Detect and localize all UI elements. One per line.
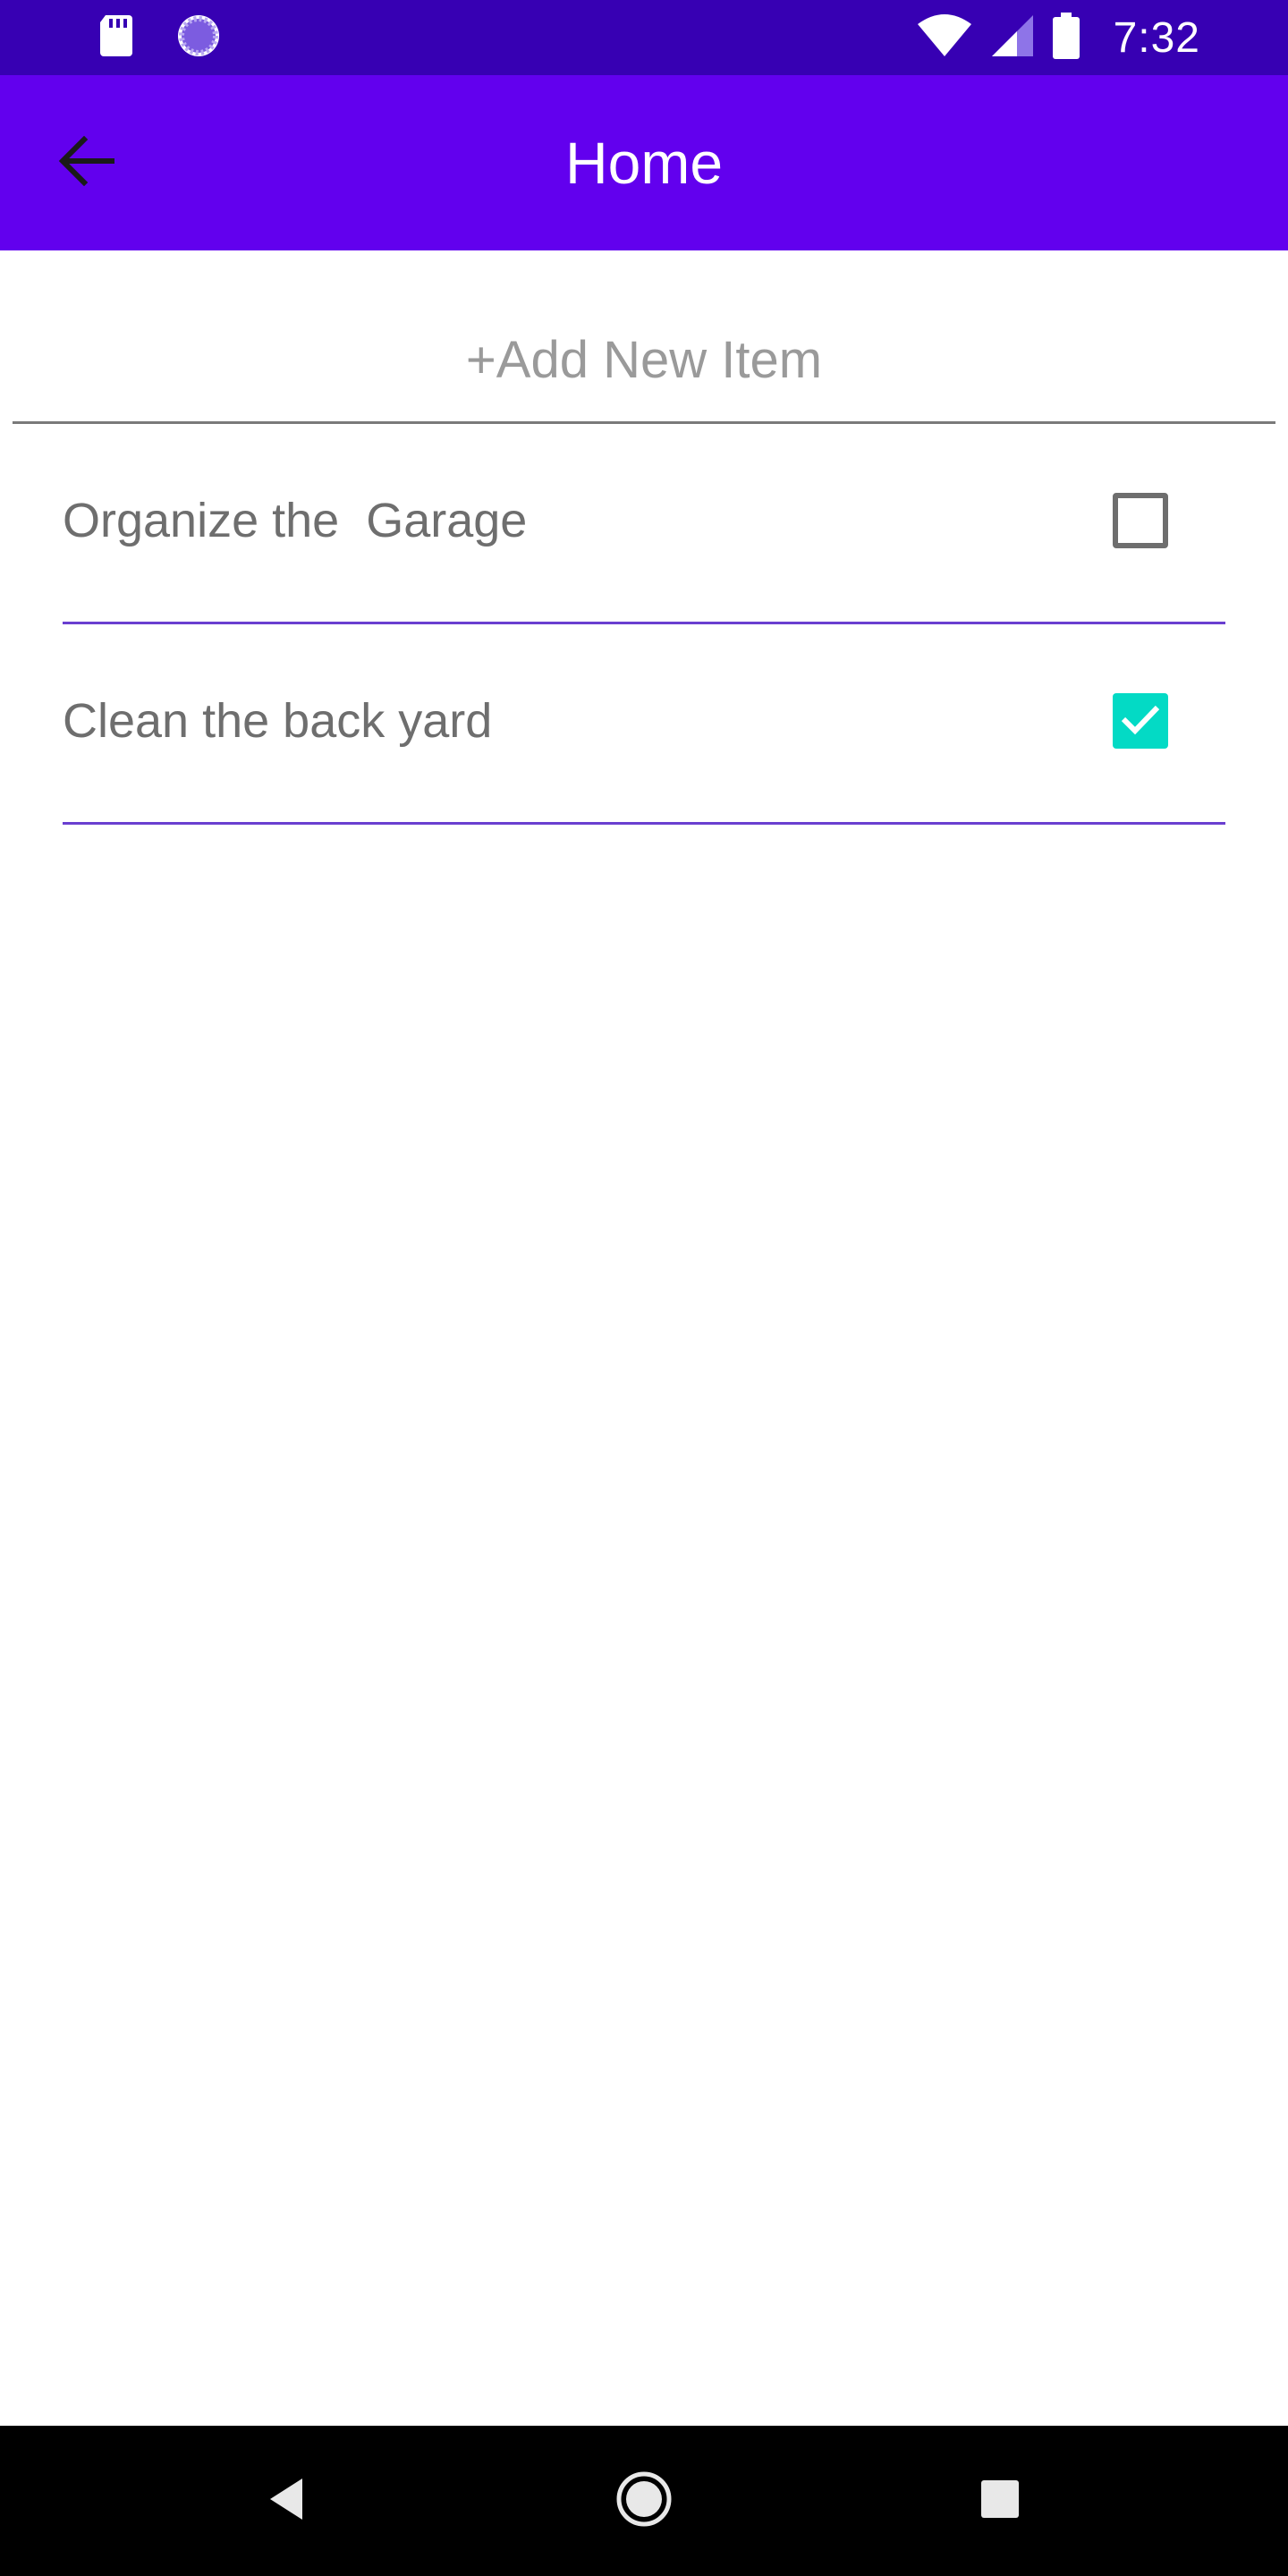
back-triangle-icon — [267, 2477, 306, 2526]
app-screen: 7:32 Home Organize the Garage Clean the … — [0, 0, 1288, 2576]
wifi-icon — [917, 13, 972, 63]
list-item[interactable]: Clean the back yard — [63, 624, 1225, 825]
nav-home-button[interactable] — [608, 2465, 680, 2537]
item-label: Organize the Garage — [63, 494, 528, 547]
cell-signal-icon — [990, 13, 1035, 63]
sync-progress-icon — [175, 13, 222, 64]
page-title: Home — [564, 130, 724, 196]
list-item[interactable]: Organize the Garage — [63, 424, 1225, 624]
nav-recents-button[interactable] — [964, 2465, 1036, 2537]
status-right-icons: 7:32 — [917, 9, 1200, 66]
home-circle-icon — [614, 2470, 674, 2533]
item-label: Clean the back yard — [63, 694, 493, 748]
app-bar: Home — [0, 75, 1288, 250]
item-checkbox[interactable] — [1113, 693, 1168, 749]
nav-back-button[interactable] — [250, 2465, 322, 2537]
add-item-input[interactable] — [13, 299, 1275, 424]
sd-card-icon — [98, 13, 134, 63]
recents-square-icon — [980, 2479, 1020, 2523]
navigation-bar — [0, 2426, 1288, 2576]
item-checkbox[interactable] — [1113, 493, 1168, 548]
status-time: 7:32 — [1113, 13, 1200, 62]
status-bar: 7:32 — [0, 0, 1288, 75]
todo-list: Organize the Garage Clean the back yard — [63, 424, 1225, 825]
status-left-icons — [98, 13, 222, 63]
battery-icon — [1052, 12, 1080, 64]
check-icon — [1120, 703, 1161, 740]
